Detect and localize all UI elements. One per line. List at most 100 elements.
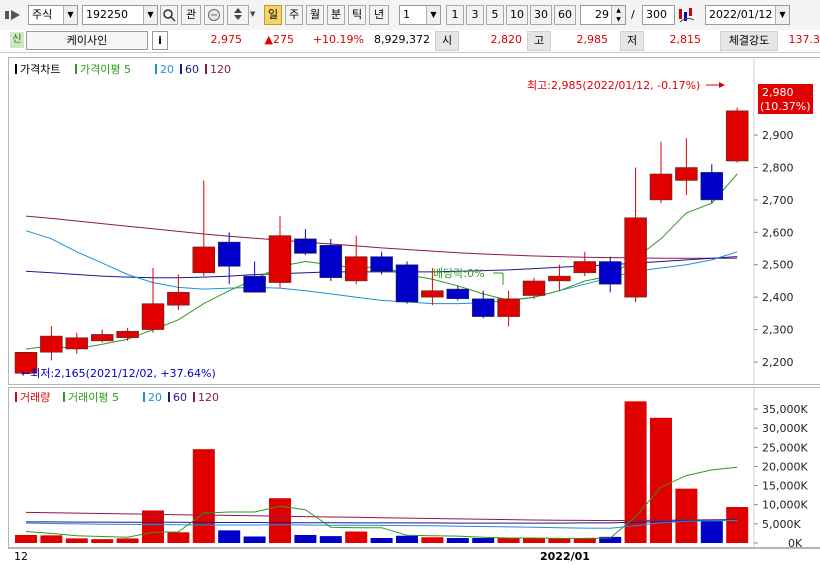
- candle-body: [294, 238, 317, 254]
- chart-settings-icon[interactable]: [677, 6, 697, 24]
- volume-bar: [548, 538, 571, 543]
- legend-marker: [15, 392, 17, 402]
- volume-tick-label: 30,000K: [762, 422, 808, 435]
- x-axis-month-label: 2022/01: [540, 550, 590, 563]
- unit-select[interactable]: 1 ▼: [399, 5, 441, 25]
- chart-settings-icon-svg: [679, 8, 695, 23]
- volume-bar: [345, 531, 368, 543]
- count-stepper[interactable]: 29 ▲ ▼: [580, 5, 626, 25]
- search-button[interactable]: [160, 5, 178, 25]
- up-down-stepper[interactable]: [227, 5, 249, 25]
- volume-bar: [65, 538, 88, 543]
- legend-marker: [143, 392, 145, 402]
- unit-10-button[interactable]: 10: [506, 5, 528, 25]
- quote-bar: 신 케이사인 i 2,975 ▲275 +10.19% 8,929,372 시 …: [0, 30, 820, 53]
- chevron-down-icon: ▼: [775, 6, 789, 24]
- credit-badge: 신: [10, 32, 24, 48]
- legend-marker: [75, 64, 77, 74]
- period-year-button[interactable]: 년: [369, 5, 389, 25]
- open-label: 시: [435, 31, 459, 51]
- ma-legend-period: 60: [185, 63, 199, 76]
- ma-legend-label: 가격이평 5: [80, 63, 131, 76]
- candle-body: [395, 264, 419, 303]
- volume-bar: [421, 537, 444, 543]
- candle-body: [370, 256, 393, 272]
- period-tick-button[interactable]: 틱: [348, 5, 366, 25]
- panel-toggle-icon[interactable]: [4, 7, 22, 23]
- candle-body: [40, 335, 63, 353]
- unit-30-button[interactable]: 30: [530, 5, 552, 25]
- code-input[interactable]: 192250 ▼: [82, 5, 158, 25]
- max-price-note: 최고:2,985(2022/01/12, -0.17%): [527, 79, 700, 92]
- price-tick-label: 2,900: [762, 129, 794, 142]
- high-label: 고: [527, 31, 551, 51]
- toolbar: 주식 ▼ 192250 ▼ 관 ▼ 일 주 월 분 틱 년 1 ▼ 1 3 5 …: [0, 0, 820, 31]
- candle-body: [471, 298, 495, 317]
- volume-bar: [396, 535, 418, 543]
- x-axis: 12 2022/01: [8, 547, 820, 565]
- stepper-chevron-icon[interactable]: ▼: [250, 10, 258, 20]
- legend-marker: [63, 392, 65, 402]
- candle-body: [497, 298, 520, 317]
- candle-body: [344, 256, 368, 282]
- candle-body: [598, 261, 622, 285]
- period-week-button[interactable]: 주: [285, 5, 303, 25]
- volume-chart-panel[interactable]: 35,000K 30,000K 25,000K 20,000K 15,000K 10,00…: [8, 387, 820, 550]
- candle-body: [243, 275, 266, 293]
- volume-tick-label: 5,000K: [762, 518, 801, 531]
- candle-body: [675, 167, 698, 181]
- volume-bar: [116, 538, 139, 543]
- volume-bar: [523, 538, 545, 543]
- candle-body: [268, 235, 292, 283]
- unit-1-button[interactable]: 1: [446, 5, 464, 25]
- code-input-value: 192250: [86, 8, 128, 21]
- legend-marker: [193, 392, 195, 402]
- unit-5-button[interactable]: 5: [486, 5, 504, 25]
- volume-bar: [15, 534, 37, 543]
- volume-bar: [497, 538, 520, 543]
- vma-legend-label: 거래이평 5: [68, 391, 119, 404]
- date-select-value: 2022/01/12: [709, 8, 773, 21]
- volume-legend-title: 거래량: [20, 391, 50, 404]
- chevron-down-icon: ▼: [143, 6, 157, 24]
- high-price: 2,985: [576, 33, 609, 46]
- date-select[interactable]: 2022/01/12 ▼: [705, 5, 790, 25]
- volume-tick-label: 10,000K: [762, 499, 808, 512]
- price-chart-panel[interactable]: 2,900 2,800 2,700 2,600 2,500 2,400 2,300 2,200…: [8, 57, 820, 385]
- volume-bar: [269, 498, 291, 543]
- period-day-button[interactable]: 일: [264, 5, 282, 25]
- volume-bar: [40, 535, 63, 543]
- price-legend-title: 가격차트: [20, 63, 60, 76]
- low-price: 2,815: [669, 33, 702, 46]
- candle-body: [421, 290, 444, 298]
- period-minute-button[interactable]: 분: [327, 5, 345, 25]
- unit-60-button[interactable]: 60: [554, 5, 576, 25]
- trade-volume: 8,929,372: [374, 33, 430, 46]
- price-tick-label: 2,400: [762, 291, 794, 304]
- candle-body: [548, 275, 571, 282]
- candle-body: [90, 334, 114, 342]
- volume-bar: [650, 417, 672, 543]
- stock-info-button[interactable]: [204, 5, 224, 25]
- total-count-field[interactable]: 300: [642, 5, 675, 25]
- vma-legend-period: 60: [173, 391, 187, 404]
- unit-3-button[interactable]: 3: [466, 5, 484, 25]
- volume-bar: [192, 449, 215, 543]
- min-price-note: ←최저:2,165(2021/12/02, +37.64%): [21, 367, 216, 380]
- vma-legend-period: 120: [198, 391, 219, 404]
- legend-marker: [168, 392, 170, 402]
- volume-bar: [700, 521, 723, 543]
- current-price: 2,975: [210, 33, 243, 46]
- stock-info-button[interactable]: i: [152, 31, 168, 50]
- volume-bar: [472, 538, 495, 543]
- chevron-down-icon: ▼: [426, 6, 440, 24]
- period-month-button[interactable]: 월: [306, 5, 324, 25]
- current-price-tag-rate: (10.37%): [760, 100, 811, 113]
- volume-bar: [91, 539, 114, 543]
- price-chart: 2,900 2,800 2,700 2,600 2,500 2,400 2,300 2,200…: [14, 58, 813, 384]
- interest-button[interactable]: 관: [181, 5, 201, 25]
- price-tick-label: 2,200: [762, 356, 794, 369]
- market-select[interactable]: 주식 ▼: [28, 5, 78, 25]
- ma-legend-period: 120: [210, 63, 231, 76]
- total-count-value: 300: [646, 8, 667, 21]
